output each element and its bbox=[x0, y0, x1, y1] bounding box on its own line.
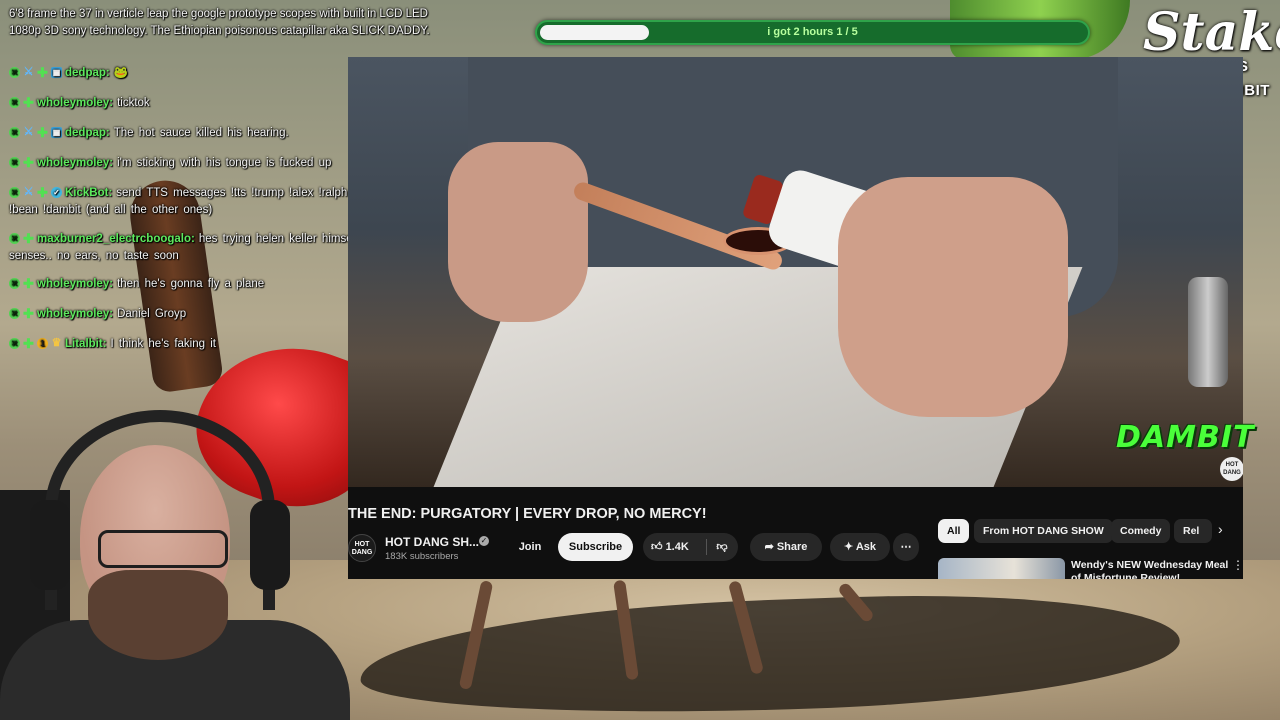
plus-badge-icon: ✚ bbox=[23, 231, 34, 247]
chat-username[interactable]: dedpap: bbox=[65, 127, 110, 139]
chat-username[interactable]: dedpap: bbox=[65, 67, 110, 79]
chip-from-channel[interactable]: From HOT DANG SHOW bbox=[974, 519, 1113, 543]
badge-group: ✕ ✚ 1 ♛ bbox=[9, 336, 62, 352]
x-badge-icon: ✕ bbox=[9, 187, 20, 199]
chevron-right-icon[interactable]: › bbox=[1218, 521, 1223, 537]
chat-text: ticktok bbox=[117, 97, 150, 109]
share-button[interactable]: ➦ Share bbox=[750, 533, 822, 561]
chat-partial-message: 6'8 frame the 37 in verticle leap the go… bbox=[9, 8, 430, 37]
plus-badge-icon: ✚ bbox=[23, 306, 34, 322]
recommended-title[interactable]: Wendy's NEW Wednesday Meal of Misfortune… bbox=[1071, 559, 1236, 579]
share-label: Share bbox=[776, 541, 808, 553]
chat-username[interactable]: KickBot: bbox=[65, 187, 112, 199]
channel-name[interactable]: HOT DANG SH... bbox=[385, 535, 479, 549]
goal-progress-bar: i got 2 hours 1 / 5 bbox=[535, 20, 1090, 45]
share-icon: ➦ bbox=[764, 541, 774, 553]
sword-badge-icon: ⚔ bbox=[23, 126, 34, 139]
x-badge-icon: ✕ bbox=[9, 127, 20, 139]
chat-username[interactable]: wholeymoley: bbox=[37, 308, 113, 320]
badge-group: ✕ ✚ bbox=[9, 276, 34, 292]
streamer-webcam bbox=[0, 380, 350, 720]
channel-row: HOT DANG HOT DANG SH... ✓ 183K subscribe… bbox=[348, 531, 928, 567]
ask-button[interactable]: ✦ Ask bbox=[830, 533, 890, 561]
plus-badge-icon: ✚ bbox=[23, 336, 34, 352]
verified-check-icon: ✓ bbox=[479, 536, 489, 546]
sword-badge-icon: ⚔ bbox=[23, 66, 34, 79]
thumb-up-icon: 👍︎ bbox=[651, 541, 663, 553]
plus-badge-icon: ✚ bbox=[37, 125, 48, 141]
like-count: 1.4K bbox=[665, 541, 689, 553]
chat-username[interactable]: wholeymoley: bbox=[37, 97, 113, 109]
x-badge-icon: ✕ bbox=[9, 97, 20, 109]
recommended-video[interactable]: Wendy's NEW Wednesday Meal of Misfortune… bbox=[938, 556, 1243, 579]
headset-ear-cup bbox=[250, 500, 290, 590]
related-filter-chips: All From HOT DANG SHOW Comedy Rel › bbox=[938, 519, 1243, 545]
plus-badge-icon: ✚ bbox=[37, 65, 48, 81]
video-title: THE END: PURGATORY | EVERY DROP, NO MERC… bbox=[348, 506, 707, 522]
x-badge-icon: ✕ bbox=[9, 308, 20, 320]
channel-watermark[interactable]: HOT DANG bbox=[1220, 457, 1243, 481]
sword-badge-icon: ⚔ bbox=[23, 186, 34, 199]
check-badge-icon: ✓ bbox=[51, 187, 62, 199]
plus-badge-icon: ✚ bbox=[23, 276, 34, 292]
video-watch bbox=[1188, 277, 1228, 387]
youtube-watch-panel: HOT DANG THE END: PURGATORY | EVERY DROP… bbox=[348, 57, 1243, 579]
chat-username[interactable]: maxburner2_electrcboogalo: bbox=[37, 233, 195, 245]
badge-group: ✕ ✚ bbox=[9, 306, 34, 322]
headset-ear-cup bbox=[30, 500, 70, 590]
subscriber-count: 183K subscribers bbox=[385, 551, 459, 562]
chat-username[interactable]: Litalbit: bbox=[65, 338, 107, 350]
chat-text: I think he's faking it bbox=[110, 338, 216, 350]
like-divider bbox=[706, 539, 707, 555]
video-player[interactable]: HOT DANG bbox=[348, 57, 1243, 487]
grid-badge-icon: ▦ bbox=[51, 67, 62, 79]
crown-badge-icon: ♛ bbox=[51, 337, 62, 350]
x-badge-icon: ✕ bbox=[9, 67, 20, 79]
plus-badge-icon: ✚ bbox=[23, 95, 34, 111]
channel-avatar[interactable]: HOT DANG bbox=[348, 534, 376, 562]
badge-group: ✕ ⚔ ✚ ▦ bbox=[9, 125, 62, 141]
chip-comedy[interactable]: Comedy bbox=[1111, 519, 1171, 543]
chip-related[interactable]: Rel bbox=[1174, 519, 1212, 543]
badge-group: ✕ ✚ bbox=[9, 95, 34, 111]
kebab-menu-icon[interactable]: ⋮ bbox=[1232, 558, 1243, 572]
chat-username[interactable]: wholeymoley: bbox=[37, 157, 113, 169]
progress-label: i got 2 hours 1 / 5 bbox=[767, 26, 858, 38]
streamer-name-tag: DAMBIT bbox=[1116, 420, 1255, 455]
sparkle-icon: ✦ bbox=[843, 541, 854, 553]
chat-username[interactable]: wholeymoley: bbox=[37, 278, 113, 290]
badge-group: ✕ ⚔ ✚ ✓ bbox=[9, 185, 62, 201]
chat-text: i'm sticking with his tongue is fucked u… bbox=[117, 157, 332, 169]
x-badge-icon: ✕ bbox=[9, 157, 20, 169]
x-badge-icon: ✕ bbox=[9, 338, 20, 350]
grid-badge-icon: ▦ bbox=[51, 127, 62, 139]
x-badge-icon: ✕ bbox=[9, 278, 20, 290]
x-badge-icon: ✕ bbox=[9, 233, 20, 245]
more-actions-button[interactable]: ⋯ bbox=[893, 533, 919, 561]
thumb-down-icon: 👎︎ bbox=[716, 541, 728, 553]
chip-all[interactable]: All bbox=[938, 519, 970, 543]
number-badge-icon: 1 bbox=[37, 338, 48, 350]
recommended-thumbnail[interactable] bbox=[938, 558, 1065, 579]
like-dislike-group: 👍︎ 1.4K 👎︎ bbox=[643, 533, 738, 561]
plus-badge-icon: ✚ bbox=[37, 185, 48, 201]
video-left-hand bbox=[448, 142, 588, 322]
join-button[interactable]: Join bbox=[510, 533, 550, 561]
badge-group: ✕ ⚔ ✚ ▦ bbox=[9, 65, 62, 81]
video-right-hand bbox=[838, 177, 1068, 417]
ask-label: Ask bbox=[855, 541, 877, 553]
badge-group: ✕ ✚ bbox=[9, 231, 34, 247]
headset bbox=[45, 410, 275, 610]
plus-badge-icon: ✚ bbox=[23, 155, 34, 171]
like-button[interactable]: 👍︎ 1.4K bbox=[651, 533, 703, 561]
badge-group: ✕ ✚ bbox=[9, 155, 34, 171]
chat-text: Daniel Groyp bbox=[117, 308, 187, 320]
emote-icon: 🐸 bbox=[113, 67, 129, 79]
chat-text: The hot sauce killed his hearing. bbox=[113, 127, 289, 139]
subscribe-button[interactable]: Subscribe bbox=[558, 533, 633, 561]
dislike-button[interactable]: 👎︎ bbox=[709, 533, 735, 561]
chat-text: then he's gonna fly a plane bbox=[117, 278, 265, 290]
